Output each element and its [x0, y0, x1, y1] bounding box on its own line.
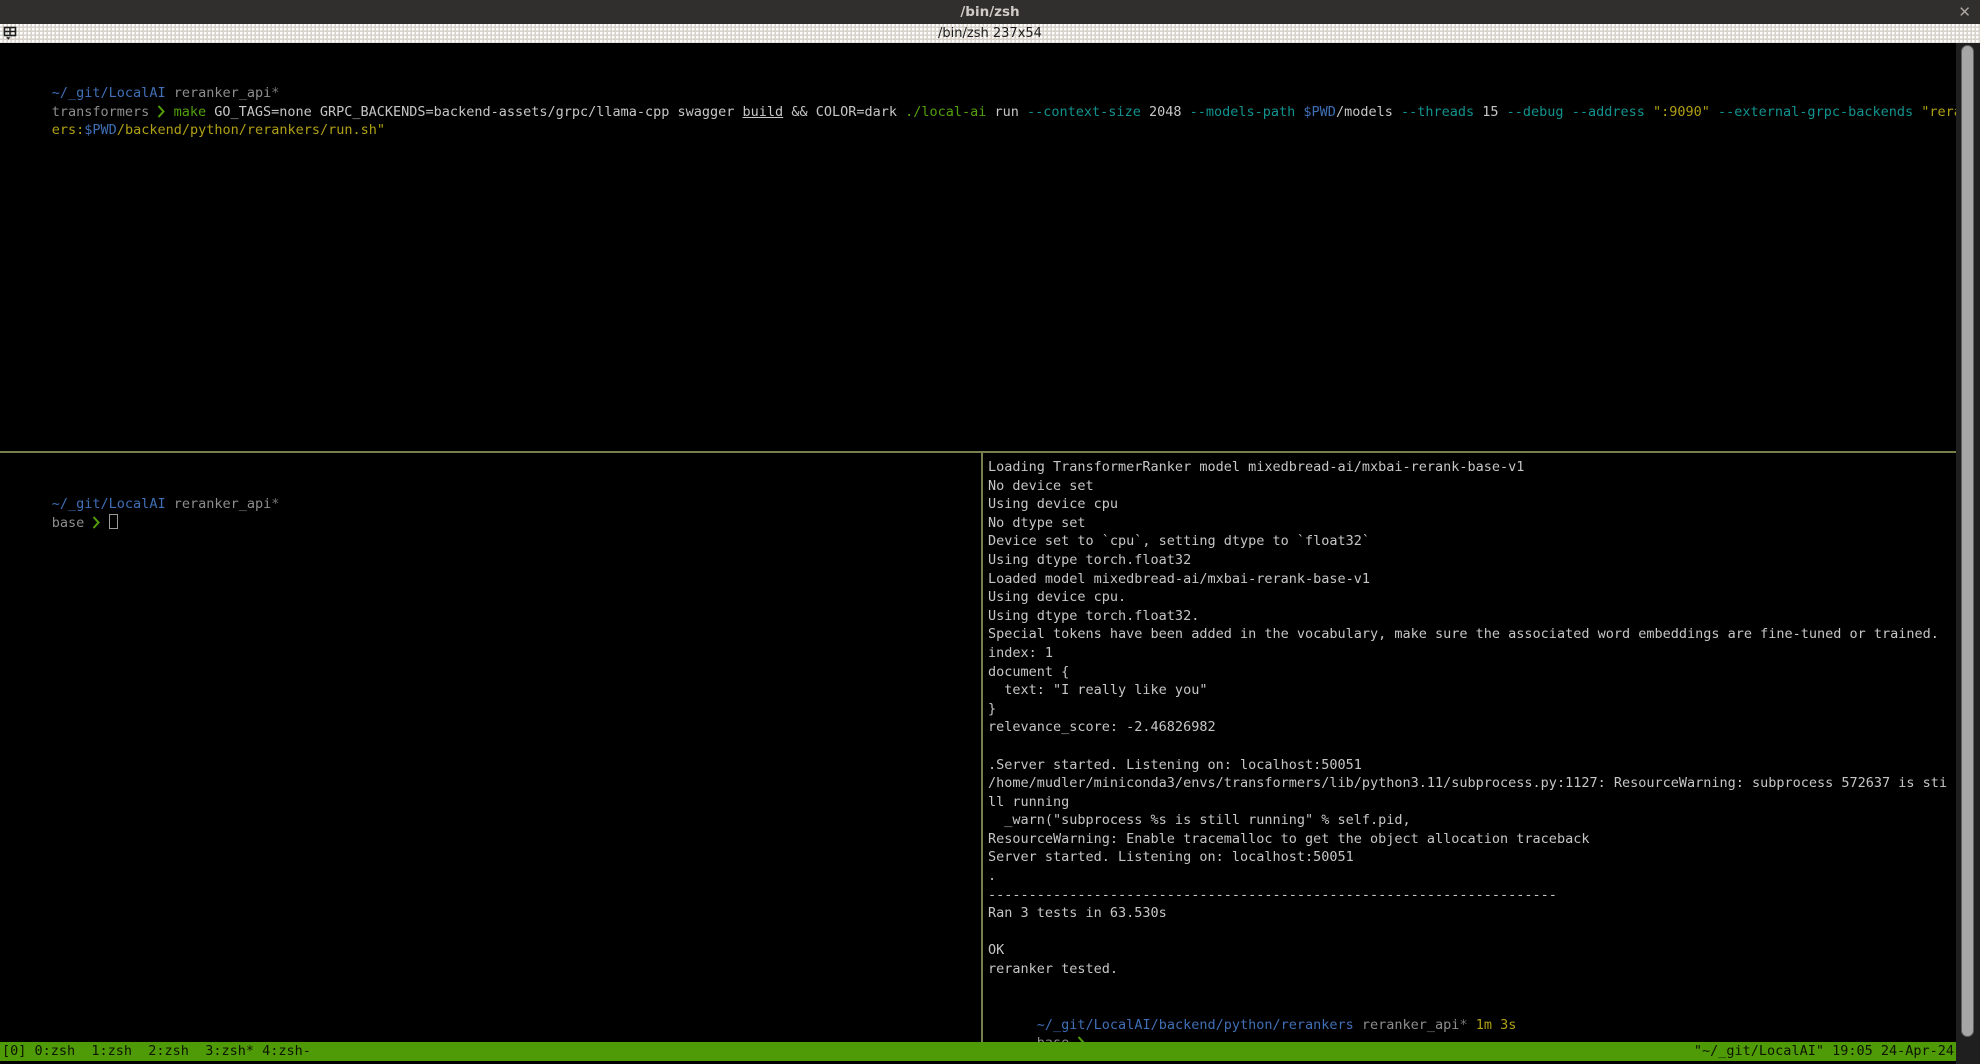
window-titlebar: /bin/zsh ✕ [0, 0, 1980, 24]
tmux-window-list[interactable]: [0] 0:zsh 1:zsh 2:zsh 3:zsh* 4:zsh- [2, 1042, 311, 1061]
external-string-part: ers: [52, 122, 85, 138]
flag-value: 2048 [1141, 104, 1190, 120]
window-title: /bin/zsh [960, 4, 1019, 20]
terminal-line: ll running [988, 793, 1956, 812]
terminal-line: text: "I really like you" [988, 681, 1956, 700]
prompt-line: ~/_git/LocalAI/backend/python/rerankers … [988, 997, 1956, 1016]
flag-external-grpc: --external-grpc-backends [1718, 104, 1913, 120]
command-line: transformers make GO_TAGS=none GRPC_BACK… [3, 84, 1956, 103]
terminal-line: reranker tested. [988, 960, 1956, 979]
terminal-line: /home/mudler/miniconda3/envs/transformer… [988, 774, 1956, 793]
terminal-line: Loading TransformerRanker model mixedbre… [988, 458, 1956, 477]
tmux-status-bar: [0] 0:zsh 1:zsh 2:zsh 3:zsh* 4:zsh- "~/_… [0, 1042, 1956, 1061]
git-dirty-star: * [271, 85, 279, 101]
pane-bottom-left[interactable]: ~/_git/LocalAI reranker_api* base [0, 453, 981, 1042]
terminal-line: ----------------------------------------… [988, 886, 1956, 905]
output-lines: Loading TransformerRanker model mixedbre… [988, 458, 1956, 997]
terminal-line: .Server started. Listening on: localhost… [988, 756, 1956, 775]
flag-value: 15 [1474, 104, 1507, 120]
terminal-line: } [988, 700, 1956, 719]
tab-bar[interactable]: /bin/zsh 237x54 [0, 24, 1980, 43]
env-pwd: $PWD [1303, 104, 1336, 120]
terminal-line: OK [988, 941, 1956, 960]
flag-debug: --debug [1507, 104, 1564, 120]
tab-label[interactable]: /bin/zsh 237x54 [938, 26, 1042, 41]
cmd-make: make [165, 104, 214, 120]
prompt-path: ~/_git/LocalAI [52, 85, 166, 101]
terminal-line: No device set [988, 477, 1956, 496]
cmd-local-ai: ./local-ai [905, 104, 994, 120]
prompt-line: ~/_git/LocalAI reranker_api* [3, 477, 981, 496]
path-suffix: /models [1336, 104, 1401, 120]
cmd-build-target: build [743, 104, 784, 120]
terminal-line [988, 923, 1956, 942]
window-menu-icon[interactable] [3, 26, 18, 41]
space [1645, 104, 1653, 120]
pane-top[interactable]: ~/_git/LocalAI reranker_api* transformer… [0, 43, 1956, 451]
tmux-status-right: "~/_git/LocalAI" 19:05 24-Apr-24 [1694, 1042, 1954, 1061]
terminal-line: Using device cpu. [988, 588, 1956, 607]
terminal-line: Using dtype torch.float32. [988, 607, 1956, 626]
terminal-line [988, 979, 1956, 998]
git-branch: reranker_api [166, 85, 272, 101]
terminal-line: relevance_score: -2.46826982 [988, 718, 1956, 737]
space [1564, 104, 1572, 120]
venv-name: base [52, 515, 93, 531]
blank-line [3, 458, 981, 477]
close-icon[interactable]: ✕ [1958, 0, 1971, 24]
external-string-end: /backend/python/rerankers/run.sh" [117, 122, 385, 138]
space [100, 515, 108, 531]
scrollbar-track[interactable] [1956, 43, 1980, 1064]
terminal-line: index: 1 [988, 644, 1956, 663]
prompt-path: ~/_git/LocalAI [52, 496, 166, 512]
prompt-chevron-icon [1077, 1035, 1085, 1042]
terminal-line: Server started. Listening on: localhost:… [988, 848, 1956, 867]
venv-name: transformers [52, 104, 158, 120]
terminal-line: Using dtype torch.float32 [988, 551, 1956, 570]
terminal-line: Special tokens have been added in the vo… [988, 625, 1956, 644]
terminal-cursor [109, 514, 118, 529]
terminal-line: Device set to `cpu`, setting dtype to `f… [988, 532, 1956, 551]
env-pwd: $PWD [84, 122, 117, 138]
prompt-path: ~/_git/LocalAI/backend/python/rerankers [1037, 1017, 1354, 1033]
git-dirty-star: * [1459, 1017, 1467, 1033]
git-branch: reranker_api [1354, 1017, 1460, 1033]
terminal-line: _warn("subprocess %s is still running" %… [988, 811, 1956, 830]
scrollbar-thumb[interactable] [1961, 45, 1974, 1037]
terminal-line: Loaded model mixedbread-ai/mxbai-rerank-… [988, 570, 1956, 589]
terminal-line: . [988, 867, 1956, 886]
terminal-line: Using device cpu [988, 495, 1956, 514]
terminal[interactable]: ~/_git/LocalAI reranker_api* transformer… [0, 43, 1956, 1042]
git-branch: reranker_api [166, 496, 272, 512]
git-dirty-star: * [271, 496, 279, 512]
space [1710, 104, 1718, 120]
flag-context-size: --context-size [1027, 104, 1141, 120]
flag-address: --address [1572, 104, 1645, 120]
cmd-args: GO_TAGS=none GRPC_BACKENDS=backend-asset… [214, 104, 742, 120]
cmd-args: && COLOR=dark [783, 104, 905, 120]
command-duration: 1m 3s [1468, 1017, 1517, 1033]
terminal-line: document { [988, 663, 1956, 682]
blank-line [3, 47, 1956, 66]
address-string: ":9090" [1653, 104, 1710, 120]
terminal-line: ResourceWarning: Enable tracemalloc to g… [988, 830, 1956, 849]
flag-threads: --threads [1401, 104, 1474, 120]
flag-models-path: --models-path [1190, 104, 1296, 120]
pane-bottom-right[interactable]: Loading TransformerRanker model mixedbre… [983, 453, 1956, 1042]
terminal-line [988, 737, 1956, 756]
terminal-line: No dtype set [988, 514, 1956, 533]
cmd-run: run [995, 104, 1028, 120]
terminal-line: Ran 3 tests in 63.530s [988, 904, 1956, 923]
prompt-line: ~/_git/LocalAI reranker_api* [3, 66, 1956, 85]
venv-name: base [1037, 1035, 1078, 1042]
